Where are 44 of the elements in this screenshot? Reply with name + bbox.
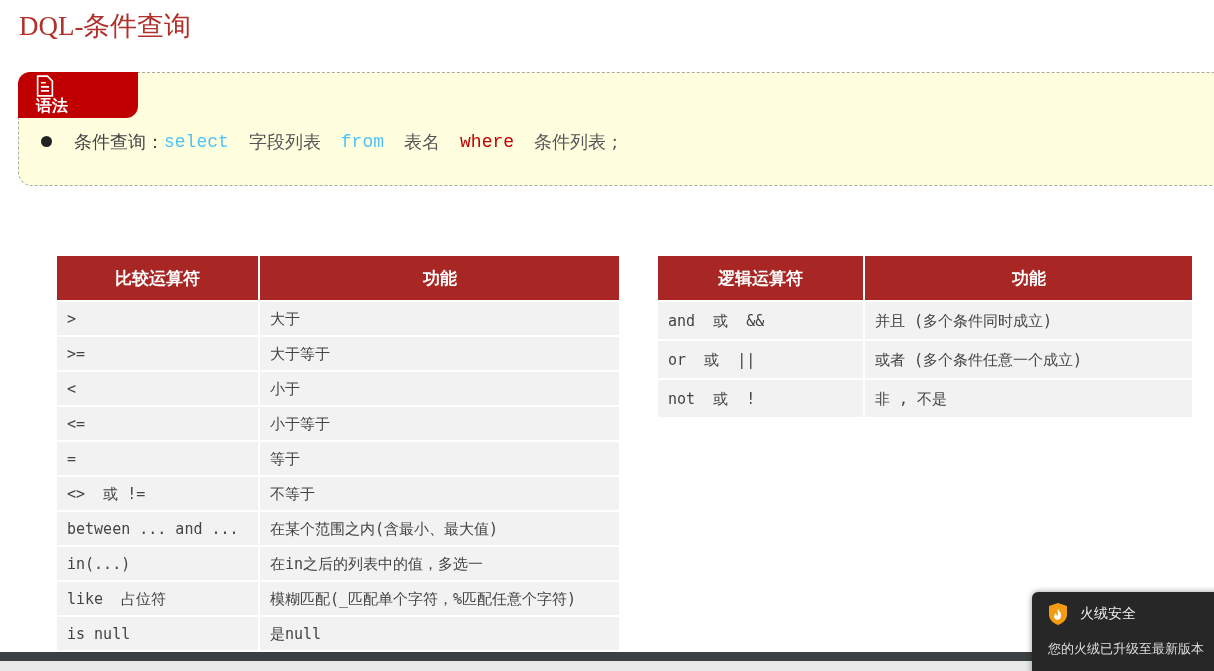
table-cell: <> 或 != <box>57 477 258 510</box>
sql-keyword: from <box>340 131 385 152</box>
table-cell: 在某个范围之内(含最小、最大值) <box>260 512 619 545</box>
table-cell: or 或 || <box>658 341 863 378</box>
shield-icon <box>1048 602 1068 626</box>
table-cell: like 占位符 <box>57 582 258 615</box>
table-cell: 等于 <box>260 442 619 475</box>
syntax-text: 条件列表 ; <box>534 129 618 154</box>
tab-label: 语法 <box>35 96 68 115</box>
notification-message: 您的火绒已升级至最新版本 <box>1048 640 1205 658</box>
syntax-text: 条件查询： <box>74 129 164 154</box>
notification-title: 火绒安全 <box>1080 605 1136 623</box>
table-cell: in(...) <box>57 547 258 580</box>
table-cell: 并且 (多个条件同时成立) <box>865 302 1192 339</box>
table-cell: 大于 <box>260 302 619 335</box>
table-cell: 小于等于 <box>260 407 619 440</box>
table-cell: >= <box>57 337 258 370</box>
syntax-text: 表名 <box>404 129 441 154</box>
syntax-text: 字段列表 <box>248 129 321 154</box>
table-cell: 模糊匹配(_匹配单个字符，%匹配任意个字符) <box>260 582 619 615</box>
table-cell: = <box>57 442 258 475</box>
sql-keyword: where <box>460 131 515 152</box>
table-cell: 小于 <box>260 372 619 405</box>
column-header: 比较运算符 <box>57 256 258 300</box>
table-cell: <= <box>57 407 258 440</box>
table-cell: 或者 (多个条件任意一个成立) <box>865 341 1192 378</box>
table-cell: 不等于 <box>260 477 619 510</box>
table-cell: not 或 ! <box>658 380 863 417</box>
table-cell: between ... and ... <box>57 512 258 545</box>
column-header: 逻辑运算符 <box>658 256 863 300</box>
table-cell: 大于等于 <box>260 337 619 370</box>
column-header: 功能 <box>865 256 1192 300</box>
table-cell: and 或 && <box>658 302 863 339</box>
table-cell: is null <box>57 617 258 650</box>
table-cell: > <box>57 302 258 335</box>
table-cell: 在in之后的列表中的值，多选一 <box>260 547 619 580</box>
table-cell: < <box>57 372 258 405</box>
document-icon <box>35 74 54 97</box>
sql-keyword: select <box>164 131 229 152</box>
table-cell: 是null <box>260 617 619 650</box>
table-cell: 非 , 不是 <box>865 380 1192 417</box>
column-header: 功能 <box>260 256 619 300</box>
bullet-icon <box>41 136 52 147</box>
page-title: DQL-条件查询 <box>19 10 193 43</box>
